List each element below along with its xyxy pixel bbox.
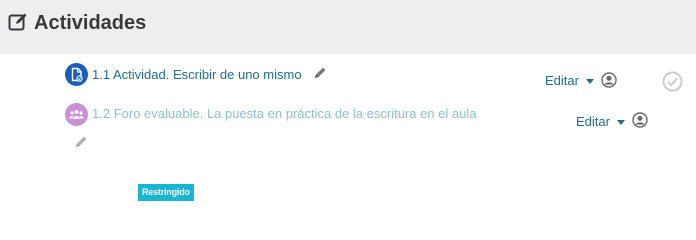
restricted-badge: Restringido <box>138 184 194 201</box>
activity-number: 1.2 <box>92 106 111 121</box>
edit-title-pencil-icon[interactable] <box>313 66 327 80</box>
caret-down-icon <box>616 119 625 125</box>
activity-row-2: 1.2 Foro evaluable. La puesta en práctic… <box>0 100 696 160</box>
completion-check-icon[interactable] <box>662 71 683 92</box>
edit-menu-label: Editar <box>545 73 579 88</box>
activity-number: 1.1 <box>92 67 111 82</box>
activity-row-1: 1.1 Actividad. Escribir de uno mismo Edi… <box>0 60 696 100</box>
activity-name: Actividad. Escribir de uno mismo <box>112 67 302 82</box>
user-circle-icon[interactable] <box>601 72 617 88</box>
user-circle-icon[interactable] <box>632 112 648 128</box>
activity-link-1[interactable]: 1.1 Actividad. Escribir de uno mismo <box>92 67 302 83</box>
activity-name: Foro evaluable. La puesta en práctica de… <box>113 106 477 121</box>
activity-link-2[interactable]: 1.2 Foro evaluable. La puesta en práctic… <box>92 106 476 122</box>
section-header: Actividades <box>0 0 696 54</box>
edit-menu-button[interactable]: Editar <box>545 73 594 89</box>
edit-title-pencil-icon[interactable] <box>74 135 88 149</box>
edit-menu-button[interactable]: Editar <box>576 114 625 130</box>
forum-icon <box>65 103 88 126</box>
caret-down-icon <box>585 78 594 84</box>
edit-square-icon <box>8 12 28 32</box>
edit-menu-label: Editar <box>576 114 610 129</box>
assignment-icon <box>65 63 88 86</box>
section-title: Actividades <box>34 12 147 34</box>
